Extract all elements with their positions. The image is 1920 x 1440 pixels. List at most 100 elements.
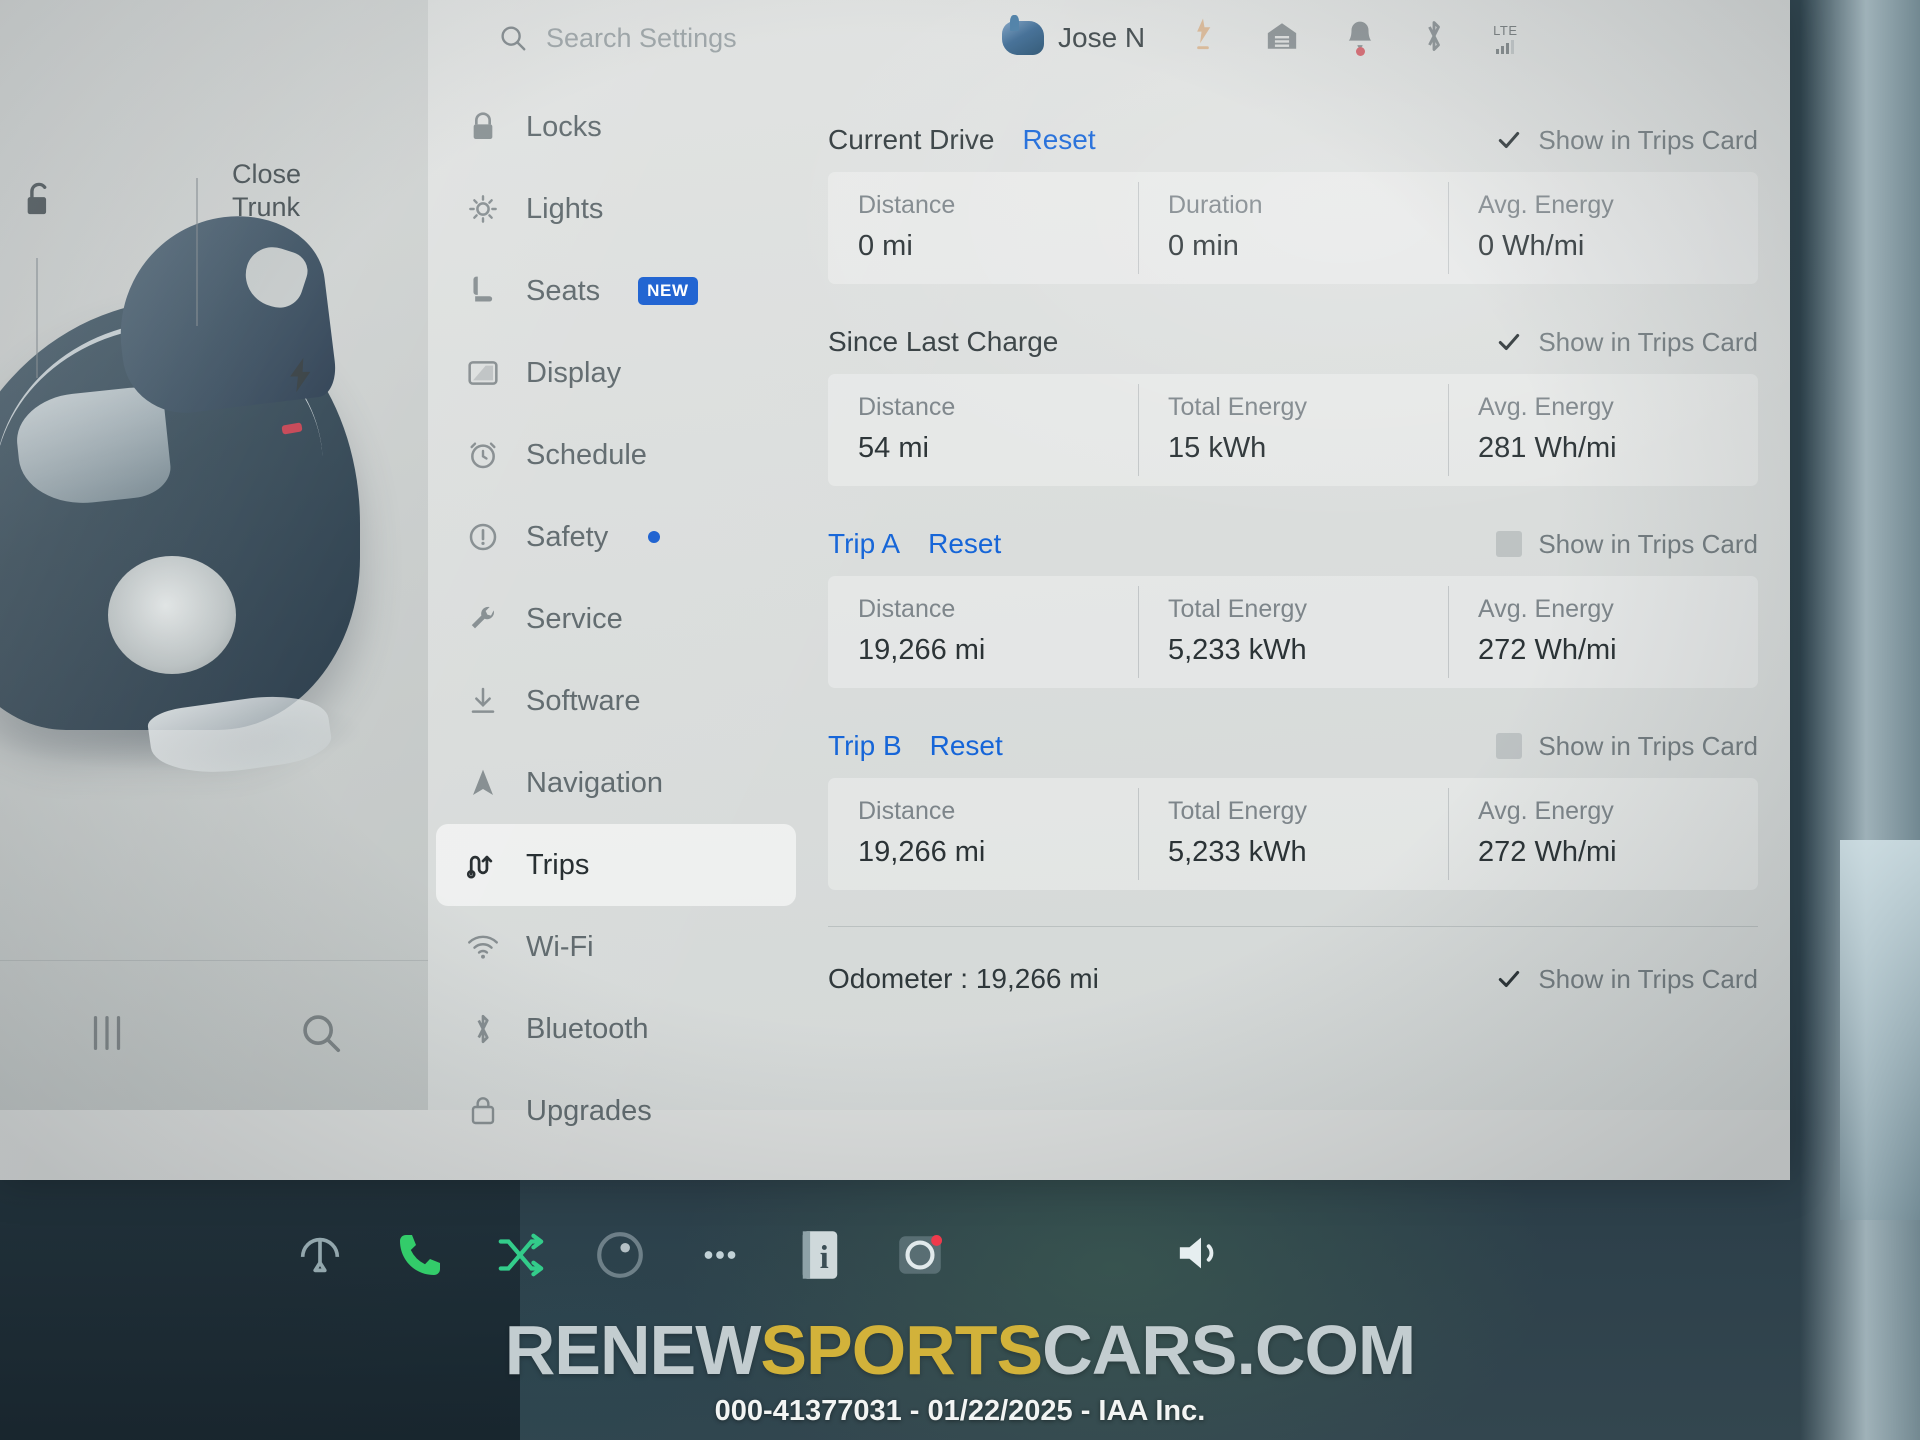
- stat-card: Distance 19,266 mi Total Energy 5,233 kW…: [828, 576, 1758, 688]
- section-title[interactable]: Trip A: [828, 528, 900, 560]
- safety-notification-dot: [648, 531, 661, 543]
- lock-icon: [466, 111, 500, 143]
- wiper-icon[interactable]: [270, 1230, 370, 1280]
- section-header: Trip B Reset Show in Trips Card: [828, 724, 1758, 768]
- shuffle-icon[interactable]: [470, 1230, 570, 1280]
- trips-content: Current Drive Reset Show in Trips Card D…: [828, 118, 1758, 1001]
- show-in-trips-card-toggle[interactable]: Show in Trips Card: [1496, 125, 1758, 156]
- odometer-value: Odometer : 19,266 mi: [828, 963, 1099, 994]
- display-icon: [466, 359, 500, 387]
- more-icon[interactable]: [670, 1230, 770, 1280]
- stat-label: Avg. Energy: [1478, 797, 1614, 825]
- window-glare: [1800, 0, 1920, 1440]
- stat-card: Distance 54 mi Total Energy 15 kWh Avg. …: [828, 374, 1758, 486]
- reset-button[interactable]: Reset: [930, 730, 1003, 762]
- sidebar-item-trips[interactable]: Trips: [436, 824, 796, 906]
- navigation-icon: [466, 767, 500, 799]
- stat-label: Avg. Energy: [1478, 595, 1614, 623]
- checkbox-label: Show in Trips Card: [1538, 730, 1758, 761]
- search-icon[interactable]: [298, 1010, 344, 1061]
- watermark: RENEWSPORTSCARS.COM: [0, 1310, 1920, 1390]
- bluetooth-icon[interactable]: [1421, 18, 1447, 59]
- show-in-trips-card-toggle[interactable]: Show in Trips Card: [1496, 529, 1758, 560]
- stat-value: 54 mi: [858, 432, 929, 464]
- sidebar-item-locks[interactable]: Locks: [436, 86, 796, 168]
- checkbox-label: Show in Trips Card: [1538, 528, 1758, 559]
- volume-icon[interactable]: [1172, 1228, 1230, 1283]
- divider: [828, 926, 1758, 927]
- bell-icon[interactable]: [1345, 19, 1375, 58]
- sidebar-item-label: Safety: [526, 520, 609, 553]
- screenshot-root: Close Trunk Search Settings Jose N LTE L…: [0, 0, 1920, 1440]
- settings-topbar: Search Settings Jose N LTE: [428, 0, 1790, 76]
- trunk-pointer-line: [196, 178, 198, 326]
- sidebar-item-seats[interactable]: Seats NEW: [436, 250, 796, 332]
- download-icon: [466, 685, 500, 717]
- section-title: Since Last Charge: [828, 326, 1059, 357]
- stat-value: 0 Wh/mi: [1478, 230, 1585, 262]
- sliders-icon[interactable]: [84, 1010, 130, 1061]
- bluetooth-icon: [466, 1012, 500, 1046]
- sidebar-item-display[interactable]: Display: [436, 332, 796, 414]
- close-trunk-button[interactable]: Close Trunk: [232, 158, 382, 224]
- sidebar-item-label: Service: [526, 602, 623, 635]
- sidebar-item-software[interactable]: Software: [436, 660, 796, 742]
- stat-value: 5,233 kWh: [1168, 836, 1307, 868]
- stat-label: Total Energy: [1168, 797, 1307, 825]
- phone-icon[interactable]: [370, 1229, 470, 1281]
- reset-button[interactable]: Reset: [1022, 124, 1095, 156]
- trips-icon: [466, 850, 500, 880]
- sidebar-item-lights[interactable]: Lights: [436, 168, 796, 250]
- close-trunk-line2: Trunk: [232, 192, 301, 222]
- dashcam-icon[interactable]: [870, 1228, 970, 1282]
- sidebar-item-label: Schedule: [526, 438, 647, 471]
- sidebar-item-label: Software: [526, 684, 641, 717]
- network-indicator[interactable]: LTE: [1493, 23, 1517, 54]
- close-trunk-line1: Close: [232, 159, 302, 189]
- show-in-trips-card-toggle[interactable]: Show in Trips Card: [1496, 964, 1758, 995]
- user-profile-button[interactable]: Jose N: [1002, 15, 1145, 55]
- stat-cell: Distance 19,266 mi: [828, 576, 1138, 688]
- reset-button[interactable]: Reset: [928, 528, 1001, 560]
- car-visualization-pane[interactable]: Close Trunk: [0, 0, 428, 1110]
- new-badge: NEW: [638, 277, 698, 305]
- sidebar-item-label: Trips: [526, 848, 590, 881]
- sidebar-item-wifi[interactable]: Wi-Fi: [436, 906, 796, 988]
- info-icon[interactable]: i: [770, 1227, 870, 1283]
- stat-value: 0 min: [1168, 230, 1239, 262]
- sidebar-item-service[interactable]: Service: [436, 578, 796, 660]
- stat-cell: Distance 0 mi: [828, 172, 1138, 284]
- lightning-bolt-icon: [288, 358, 314, 397]
- charging-icon[interactable]: [1187, 17, 1219, 60]
- sidebar-item-navigation[interactable]: Navigation: [436, 742, 796, 824]
- sidebar-item-label: Display: [526, 356, 622, 389]
- settings-sidebar: Locks Lights Seats NEW Display Schedule …: [436, 86, 796, 1152]
- stat-value: 281 Wh/mi: [1478, 432, 1617, 464]
- alert-icon: [466, 521, 500, 553]
- stat-value: 272 Wh/mi: [1478, 634, 1617, 666]
- stat-cell: Distance 19,266 mi: [828, 778, 1138, 890]
- search-input[interactable]: Search Settings: [498, 23, 968, 54]
- section-title[interactable]: Trip B: [828, 730, 902, 762]
- show-in-trips-card-toggle[interactable]: Show in Trips Card: [1496, 731, 1758, 762]
- unlock-icon[interactable]: [22, 180, 56, 225]
- checkbox-label: Show in Trips Card: [1538, 326, 1758, 357]
- checkbox-checked-icon: [1496, 966, 1522, 992]
- sidebar-item-label: Seats: [526, 274, 601, 307]
- wifi-icon: [466, 933, 500, 961]
- stat-card: Distance 19,266 mi Total Energy 5,233 kW…: [828, 778, 1758, 890]
- show-in-trips-card-toggle[interactable]: Show in Trips Card: [1496, 327, 1758, 358]
- media-icon[interactable]: [570, 1228, 670, 1282]
- stat-card: Distance 0 mi Duration 0 min Avg. Energy…: [828, 172, 1758, 284]
- search-placeholder: Search Settings: [546, 22, 737, 53]
- checkbox-label: Show in Trips Card: [1538, 963, 1758, 994]
- garage-icon[interactable]: [1265, 19, 1299, 58]
- stat-label: Duration: [1168, 191, 1263, 219]
- sidebar-item-safety[interactable]: Safety: [436, 496, 796, 578]
- sidebar-item-schedule[interactable]: Schedule: [436, 414, 796, 496]
- settings-panel: Search Settings Jose N LTE Locks Lights …: [428, 0, 1790, 1127]
- clock-icon: [466, 439, 500, 471]
- stat-cell: Avg. Energy 272 Wh/mi: [1448, 778, 1758, 890]
- sidebar-item-upgrades[interactable]: Upgrades: [436, 1070, 796, 1152]
- sidebar-item-bluetooth[interactable]: Bluetooth: [436, 988, 796, 1070]
